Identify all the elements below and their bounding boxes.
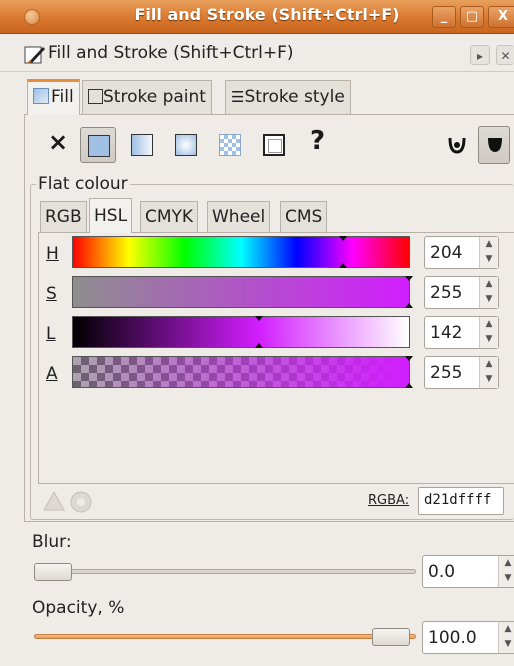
hue-marker-top bbox=[339, 236, 347, 241]
opacity-label: Opacity, % bbox=[32, 598, 125, 618]
dock-title: Fill and Stroke (Shift+Ctrl+F) bbox=[48, 43, 294, 63]
blur-label: Blur: bbox=[32, 532, 72, 552]
pattern-icon bbox=[219, 134, 241, 156]
lightness-marker-bottom bbox=[255, 343, 263, 348]
dock-close-button[interactable]: ✕ bbox=[496, 45, 514, 65]
hue-spinbutton[interactable]: 204 ▲ ▼ bbox=[424, 236, 499, 269]
minimize-button[interactable]: _ bbox=[432, 6, 456, 28]
hue-spin-arrows[interactable]: ▲ ▼ bbox=[479, 237, 498, 268]
tab-fill[interactable]: Fill bbox=[27, 79, 80, 115]
hue-label: H bbox=[46, 244, 59, 264]
tab-stroke-style-label: Stroke style bbox=[244, 87, 345, 107]
saturation-spin-arrows[interactable]: ▲ ▼ bbox=[479, 277, 498, 308]
opacity-spin-arrows[interactable]: ▲ ▼ bbox=[498, 622, 514, 653]
saturation-spinbutton[interactable]: 255 ▲ ▼ bbox=[424, 276, 499, 309]
blur-slider-track[interactable] bbox=[34, 569, 416, 574]
saturation-marker-top bbox=[405, 276, 413, 281]
swatch-icon bbox=[263, 134, 285, 156]
blur-spin-arrows[interactable]: ▲ ▼ bbox=[498, 556, 514, 587]
alpha-slider[interactable] bbox=[72, 356, 413, 388]
nonzero-icon bbox=[488, 138, 502, 152]
alpha-marker-top bbox=[405, 356, 413, 361]
evenodd-icon[interactable] bbox=[446, 134, 468, 156]
alpha-marker-bottom bbox=[405, 383, 413, 388]
opacity-slider-thumb[interactable] bbox=[372, 628, 410, 646]
lightness-marker-top bbox=[255, 316, 263, 321]
tab-hsl[interactable]: HSL bbox=[89, 198, 133, 233]
rgba-label-text: RGBA: bbox=[368, 493, 410, 508]
tab-cms[interactable]: CMS bbox=[280, 201, 328, 232]
saturation-value[interactable]: 255 bbox=[430, 283, 462, 303]
close-button[interactable]: X bbox=[488, 6, 514, 28]
fill-tab-icon bbox=[33, 88, 49, 104]
rgba-input[interactable]: d21dffff bbox=[418, 487, 504, 515]
alpha-spinbutton[interactable]: 255 ▲ ▼ bbox=[424, 356, 499, 389]
tab-wheel[interactable]: Wheel bbox=[207, 201, 271, 232]
pattern-button[interactable] bbox=[212, 127, 248, 163]
blur-slider-thumb[interactable] bbox=[34, 563, 72, 581]
hue-slider[interactable] bbox=[72, 236, 410, 268]
linear-gradient-icon bbox=[131, 134, 153, 156]
maximize-button[interactable]: □ bbox=[460, 6, 484, 28]
no-paint-icon[interactable]: × bbox=[48, 128, 68, 156]
tab-cmyk[interactable]: CMYK bbox=[140, 201, 199, 232]
radial-gradient-icon bbox=[175, 134, 197, 156]
hue-value[interactable]: 204 bbox=[430, 243, 462, 263]
linear-gradient-button[interactable] bbox=[124, 127, 160, 163]
tab-fill-label: Fill bbox=[51, 87, 74, 107]
unset-paint-icon[interactable]: ? bbox=[310, 126, 325, 156]
flat-color-icon bbox=[88, 135, 110, 157]
tab-stroke-paint[interactable]: Stroke paint bbox=[82, 80, 212, 114]
hue-marker-bottom bbox=[339, 263, 347, 268]
lightness-label: L bbox=[46, 324, 56, 344]
opacity-slider-track[interactable] bbox=[34, 634, 416, 639]
alpha-label: A bbox=[46, 364, 58, 384]
lightness-spin-arrows[interactable]: ▲ ▼ bbox=[479, 317, 498, 348]
opacity-value[interactable]: 100.0 bbox=[428, 628, 477, 648]
lightness-slider[interactable] bbox=[72, 316, 410, 348]
saturation-label: S bbox=[46, 284, 57, 304]
blur-value[interactable]: 0.0 bbox=[428, 562, 455, 582]
blur-spinbutton[interactable]: 0.0 ▲ ▼ bbox=[422, 555, 514, 588]
flat-colour-label: Flat colour bbox=[36, 174, 130, 194]
dock-iconify-button[interactable]: ▸ bbox=[470, 45, 490, 65]
lightness-value[interactable]: 142 bbox=[430, 323, 462, 343]
saturation-marker-bottom bbox=[405, 303, 413, 308]
fill-stroke-brush-icon bbox=[24, 46, 45, 64]
nonzero-button[interactable] bbox=[478, 126, 510, 164]
saturation-slider[interactable] bbox=[72, 276, 413, 308]
out-of-gamut-icon bbox=[70, 491, 92, 513]
tab-stroke-paint-label: Stroke paint bbox=[103, 87, 206, 107]
rgba-label: RGBA: bbox=[368, 493, 409, 508]
lightness-spinbutton[interactable]: 142 ▲ ▼ bbox=[424, 316, 499, 349]
alpha-spin-arrows[interactable]: ▲ ▼ bbox=[479, 357, 498, 388]
tab-stroke-style[interactable]: ☰Stroke style bbox=[225, 80, 351, 114]
stroke-style-tab-icon: ☰ bbox=[231, 88, 245, 106]
swatch-button[interactable] bbox=[256, 127, 292, 163]
color-managed-icon bbox=[43, 490, 65, 511]
flat-color-button[interactable] bbox=[80, 127, 116, 163]
stroke-paint-tab-icon bbox=[88, 89, 103, 104]
opacity-spinbutton[interactable]: 100.0 ▲ ▼ bbox=[422, 621, 514, 654]
alpha-value[interactable]: 255 bbox=[430, 363, 462, 383]
tab-rgb[interactable]: RGB bbox=[40, 201, 87, 232]
radial-gradient-button[interactable] bbox=[168, 127, 204, 163]
